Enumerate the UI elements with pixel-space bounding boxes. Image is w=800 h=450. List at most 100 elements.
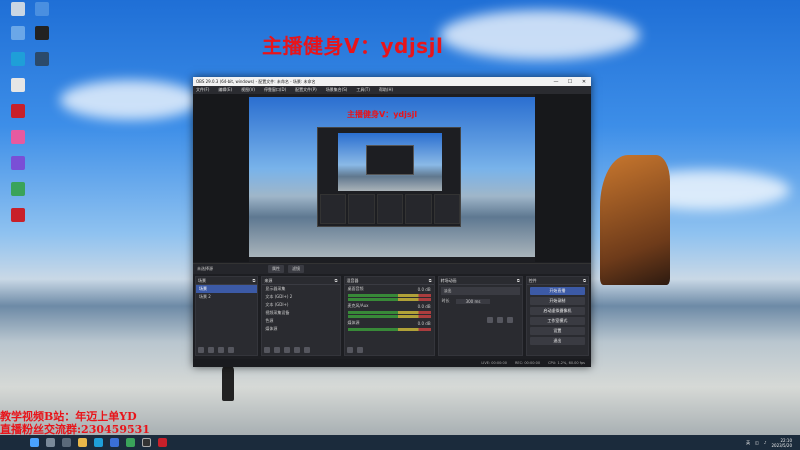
scene-item[interactable]: 场景 [196,285,258,293]
virtual-camera-button[interactable]: 启动虚拟摄像机 [529,307,586,315]
search-icon[interactable] [46,438,55,447]
menu-edit[interactable]: 编辑(E) [218,87,232,93]
menu-help[interactable]: 帮助(H) [379,87,393,93]
preview-margin-right [535,94,591,262]
add-icon[interactable] [264,347,271,353]
dock-menu-icon[interactable]: ⧉ [517,278,520,283]
remove-icon[interactable] [496,317,503,323]
obs-menu-bar: 文件(F) 编辑(E) 视图(V) 停靠窗口(D) 配置文件(P) 场景集合(S… [193,86,591,94]
add-icon[interactable] [486,317,493,323]
start-recording-button[interactable]: 开始录制 [529,297,586,305]
up-icon[interactable] [294,347,301,353]
adobe-icon[interactable] [4,104,32,130]
remove-icon[interactable] [274,347,281,353]
green-app-icon-glyph [11,182,25,196]
edge-icon[interactable] [94,438,103,447]
menu-file[interactable]: 文件(F) [196,87,209,93]
green-app-icon[interactable] [4,182,32,208]
menu-tools[interactable]: 工具(T) [356,87,370,93]
scene-item[interactable]: 场景 2 [196,293,257,301]
properties-button[interactable]: 属性 [268,265,284,273]
adobe-icon-glyph [11,104,25,118]
transition-select[interactable]: 淡出 [440,287,520,295]
mixer-channel-level: 0.0 dB [417,286,431,292]
file-icon-glyph [11,78,25,92]
down-icon[interactable] [228,347,234,353]
red-app-icon-glyph [11,208,25,222]
red-app-taskbar-icon[interactable] [158,438,167,447]
close-button[interactable]: ✕ [577,79,591,85]
live-timer: LIVE: 00:00:00 [481,361,507,365]
steam-icon[interactable] [28,52,56,78]
sources-title: 来源 [264,277,273,283]
app-icon-dark[interactable] [28,26,56,52]
obs-taskbar-icon[interactable] [142,438,151,447]
source-item[interactable]: 文本 (GDI+) 2 [262,293,339,301]
remove-icon[interactable] [208,347,214,353]
settings-button[interactable]: 设置 [529,327,586,335]
controls-title: 控件 [528,277,537,283]
red-app-icon[interactable] [4,208,32,234]
menu-scene-collection[interactable]: 场景集合(S) [326,87,348,93]
obs-title-bar[interactable]: OBS 29.0.3 (64-bit, windows) - 配置文件: 未命名… [193,77,591,86]
source-item[interactable]: 文本 (GDI+) [262,301,339,309]
exit-button[interactable]: 退出 [529,337,586,345]
network-icon[interactable]: ◫ [755,440,759,445]
chat-icon[interactable] [126,438,135,447]
pink-app-icon-glyph [11,130,25,144]
mixer-channel-level: 0.0 dB [417,320,431,326]
no-source-label: 未选择源 [197,266,213,271]
volume-slider[interactable] [347,298,431,301]
obs-preview[interactable]: 主播健身V：ydjsjl [249,97,535,257]
start-streaming-button[interactable]: 开始直播 [529,287,586,295]
nested-preview [338,133,442,191]
duration-input[interactable]: 300 ms [455,298,491,304]
store-icon[interactable] [110,438,119,447]
maximize-button[interactable]: ☐ [563,79,577,85]
menu-docks[interactable]: 停靠窗口(D) [264,87,286,93]
nested-obs-window [317,127,461,227]
lang-indicator[interactable]: 英 [746,440,750,446]
dock-menu-icon[interactable]: ⧉ [583,278,586,283]
rec-timer: REC: 00:00:00 [514,361,541,365]
dock-menu-icon[interactable]: ⧉ [429,278,432,283]
dock-menu-icon[interactable]: ⧉ [252,278,255,283]
purple-app-icon[interactable] [4,156,32,182]
studio-mode-button[interactable]: 工作室模式 [529,317,586,325]
source-item[interactable]: 色源 [262,317,339,325]
overlay-title: 主播健身V：ydjsjl [262,34,444,58]
steam-icon-glyph [35,52,49,66]
task-view-icon[interactable] [62,438,71,447]
more-icon[interactable] [356,347,363,353]
start-icon[interactable] [30,438,39,447]
menu-view[interactable]: 视图(V) [241,87,255,93]
transitions-title: 转场动画 [440,277,457,283]
cpu-fps: CPU: 1.2%, 60.00 fps [548,361,585,365]
file-icon[interactable] [4,78,32,104]
nested-inner-preview [366,145,414,175]
app-icon-dark-glyph [35,26,49,40]
duration-label: 时长 [441,298,450,303]
more-icon[interactable] [506,317,513,323]
pink-app-icon[interactable] [4,130,32,156]
clock-date: 2023/5/20 [771,442,792,448]
dock-menu-icon[interactable]: ⧉ [335,278,338,283]
up-icon[interactable] [218,347,224,353]
gear-icon[interactable] [346,347,353,353]
mixer-channel-name: 麦克风/Aux [347,303,369,308]
source-item[interactable]: 视频采集设备 [262,309,339,317]
gear-icon[interactable] [284,347,291,353]
volume-slider[interactable] [347,315,431,318]
source-item[interactable]: 媒体源 [262,325,339,333]
down-icon[interactable] [304,347,311,353]
filters-button[interactable]: 滤镜 [288,265,304,273]
menu-profile[interactable]: 配置文件(P) [295,87,317,93]
obs-window[interactable]: OBS 29.0.3 (64-bit, windows) - 配置文件: 未命名… [193,77,591,367]
minimize-button[interactable]: — [549,79,563,85]
source-item[interactable]: 显示器采集 [262,285,339,293]
file-explorer-icon[interactable] [78,438,87,447]
clock[interactable]: 22:10 2023/5/20 [771,438,792,448]
volume-icon[interactable]: ♪ [764,440,767,445]
control-panel-icon[interactable] [28,2,56,28]
add-icon[interactable] [198,347,204,353]
